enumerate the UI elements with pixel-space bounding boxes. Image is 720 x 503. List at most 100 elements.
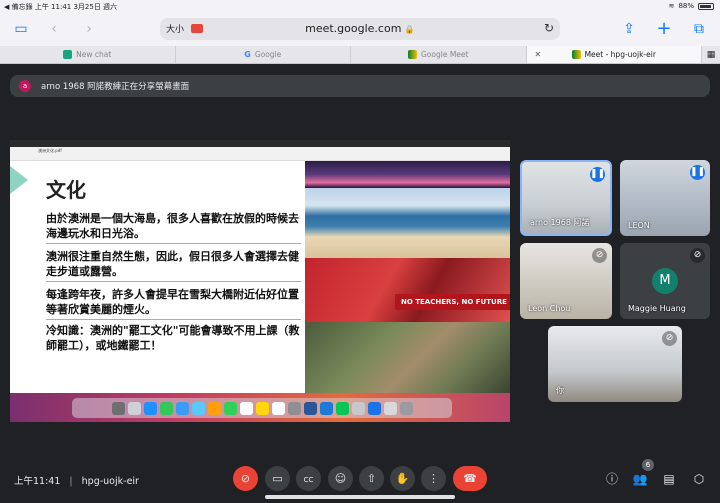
meeting-info-separator: | (69, 476, 73, 487)
status-bar-left: ◀ 備忘錄 上午 11:41 3月25日 週六 (4, 3, 118, 11)
google-icon: G (244, 50, 251, 59)
chat-icon[interactable]: ▤ (660, 470, 678, 488)
participant-name: LEON (628, 221, 650, 230)
lock-icon: 🔒 (404, 25, 415, 34)
more-options-button[interactable]: ⋮ (421, 466, 446, 491)
photo-city-night (305, 161, 510, 188)
people-icon[interactable]: 👥 (631, 470, 649, 488)
leave-call-button[interactable]: ☎ (453, 466, 487, 491)
maps-icon (191, 401, 205, 415)
participant-tile-leon[interactable]: ❚❚ LEON (620, 160, 710, 236)
meet-icon (408, 50, 417, 59)
participant-name: Leon Chou (528, 304, 571, 313)
share-icon[interactable]: ⇪ (620, 20, 638, 38)
battery-percent: 88% (678, 2, 694, 10)
zoom-icon (319, 401, 333, 415)
more-vert-icon: ⋮ (428, 472, 439, 485)
notes-icon (255, 401, 269, 415)
present-button[interactable]: ⇧ (359, 466, 384, 491)
presenter-avatar: a (19, 80, 31, 92)
tab-label: Meet - hpg-uojk-eir (584, 50, 656, 59)
app-icon (367, 401, 381, 415)
info-icon[interactable]: ⓘ (603, 470, 621, 488)
tab-grid-icon[interactable]: ▦ (702, 46, 720, 63)
line-icon (335, 401, 349, 415)
presenting-text: arno 1968 阿諾教練正在分享螢幕畫面 (41, 82, 190, 92)
sidebar-icon[interactable]: ▭ (12, 20, 30, 38)
mic-toggle-button[interactable]: ⊘ (233, 466, 258, 491)
camera-toggle-button[interactable]: ▭ (265, 466, 290, 491)
photos-icon (207, 401, 221, 415)
tab-new-chat[interactable]: New chat (0, 46, 176, 63)
participant-tile-maggie[interactable]: ⊘ M Maggie Huang (620, 243, 710, 319)
pdf-viewer-toolbar: 澳洲文化.pdf (10, 147, 510, 161)
tab-overview-icon[interactable]: ⧉ (690, 20, 708, 38)
mail-icon (175, 401, 189, 415)
mac-menu-bar (10, 140, 510, 147)
settings-icon (287, 401, 301, 415)
meeting-info: 上午11:41 | hpg-uojk-eir (14, 473, 139, 487)
photo-strike: NO TEACHERS, NO FUTURE (305, 258, 510, 322)
safari-icon (143, 401, 157, 415)
reactions-button[interactable]: ☺ (328, 466, 353, 491)
shared-screen[interactable]: 澳洲文化.pdf 文化 由於澳洲是一個大海島，很多人喜歡在放假的時候去海邊玩水和… (10, 140, 510, 422)
mic-off-icon: ⊘ (662, 331, 677, 346)
present-icon: ⇧ (366, 472, 377, 485)
participant-tile-leon-chou[interactable]: ⊘ Leon Chou (520, 243, 612, 319)
facetime-icon (223, 401, 237, 415)
folder-icon (383, 401, 397, 415)
emoji-icon: ☺ (334, 472, 347, 485)
tab-google[interactable]: G Google (176, 46, 351, 63)
participant-name: arno 1968 阿諾 (530, 218, 590, 227)
address-bar[interactable]: 大小 meet.google.com 🔒 ↻ (160, 18, 560, 40)
meeting-time: 上午11:41 (14, 476, 61, 487)
launchpad-icon (127, 401, 141, 415)
participant-name: 你 (556, 386, 564, 395)
presenting-banner: a arno 1968 阿諾教練正在分享螢幕畫面 (10, 75, 710, 97)
close-tab-icon[interactable]: ✕ (535, 50, 542, 59)
photo-hiking (305, 322, 510, 393)
tab-meet-active[interactable]: ✕ Meet - hpg-uojk-eir (526, 46, 702, 63)
raise-hand-button[interactable]: ✋ (390, 466, 415, 491)
meeting-code: hpg-uojk-eir (81, 476, 139, 487)
mic-off-icon: ⊘ (592, 248, 607, 263)
slide-accent-triangle (10, 166, 28, 194)
participant-tile-arno[interactable]: ❚❚ arno 1968 阿諾 (520, 160, 612, 236)
forward-icon[interactable]: › (80, 20, 98, 38)
captions-icon: CC (303, 476, 314, 484)
photo-beach (305, 188, 510, 258)
meet-icon (571, 50, 581, 59)
avatar: M (652, 268, 678, 294)
tab-label: Google (254, 50, 282, 59)
status-bar: ◀ 備忘錄 上午 11:41 3月25日 週六 ≋ 88% (0, 0, 720, 13)
activities-icon[interactable]: ⬡ (690, 470, 708, 488)
back-icon[interactable]: ‹ (45, 20, 63, 38)
speaking-icon: ❚❚ (690, 165, 705, 180)
captions-button[interactable]: CC (296, 466, 321, 491)
mic-off-icon: ⊘ (690, 248, 705, 263)
mac-dock (72, 398, 452, 418)
word-icon (303, 401, 317, 415)
slide-paragraph: 澳洲很注重自然生態，因此，假日很多人會選擇去健走步道或露營。 (46, 249, 301, 282)
tab-google-meet[interactable]: Google Meet (351, 46, 527, 63)
new-tab-icon[interactable]: + (655, 20, 673, 38)
slide-paragraph: 冷知識：澳洲的"罷工文化"可能會導致不用上課（教師罷工），或地鐵罷工！ (46, 324, 300, 352)
hang-up-icon: ☎ (463, 472, 477, 485)
calendar-icon (239, 401, 253, 415)
camera-icon: ▭ (272, 472, 283, 485)
document-name: 澳洲文化.pdf (38, 148, 62, 153)
hand-icon: ✋ (395, 472, 410, 485)
url-text: meet.google.com 🔒 (305, 22, 415, 35)
status-bar-right: ≋ 88% (669, 2, 714, 10)
participant-tile-self[interactable]: ⊘ 你 (548, 326, 682, 402)
trash-icon (399, 401, 413, 415)
participant-name: Maggie Huang (628, 304, 686, 313)
finder-icon (111, 401, 125, 415)
battery-icon (698, 2, 714, 10)
slide-paragraph: 每逢跨年夜，許多人會提早在雪梨大橋附近佔好位置等著欣賞美麗的煙火。 (46, 287, 301, 320)
home-indicator (265, 495, 455, 499)
reload-icon[interactable]: ↻ (544, 21, 554, 35)
speaking-icon: ❚❚ (590, 167, 605, 182)
slide-paragraph: 由於澳洲是一個大海島，很多人喜歡在放假的時候去海邊玩水和日光浴。 (46, 211, 301, 244)
slide-title: 文化 (46, 178, 86, 202)
